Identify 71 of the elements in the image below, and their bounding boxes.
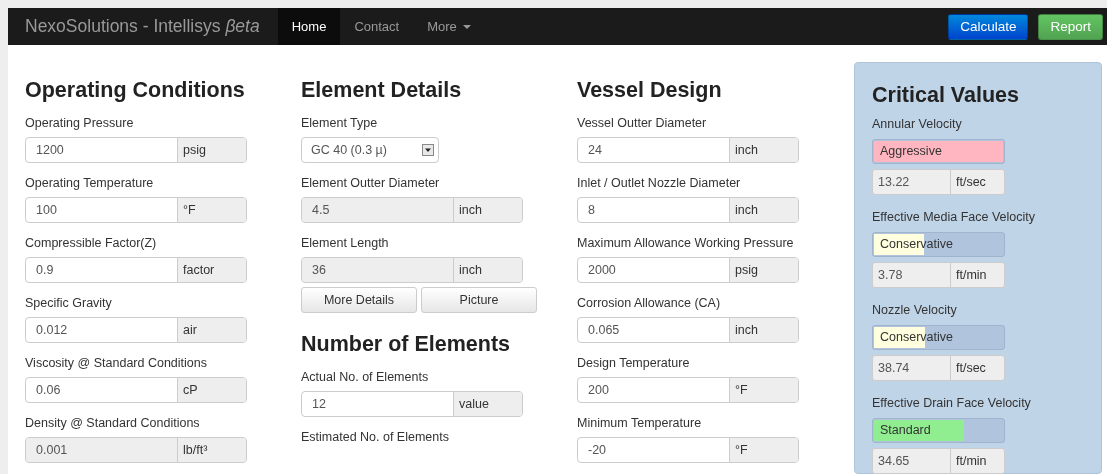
field-label: Element Length	[301, 235, 390, 252]
action-button[interactable]: More Details	[301, 287, 417, 313]
input-field[interactable]: 2000 psig	[577, 257, 799, 283]
unit-addon: ft/min	[955, 267, 988, 284]
action-button[interactable]: Picture	[421, 287, 537, 313]
field-label: Nozzle Velocity	[872, 302, 958, 318]
section-heading: Operating Conditions	[25, 77, 246, 103]
rating-text: Conservative	[880, 329, 953, 346]
field-label: Element Outter Diameter	[301, 175, 441, 192]
field-label: Effective Media Face Velocity	[872, 209, 1037, 225]
unit-addon: °F	[178, 198, 246, 222]
field-label: Viscosity @ Standard Conditions	[25, 355, 208, 372]
field-label: Element Type	[301, 115, 379, 132]
unit-addon: °F	[730, 438, 798, 462]
unit-addon: inch	[730, 198, 798, 222]
field-label: Inlet / Outlet Nozzle Diameter	[577, 175, 742, 192]
input-field[interactable]: 200 °F	[577, 377, 799, 403]
field-label: Estimated No. of Elements	[301, 429, 450, 446]
readonly-field: 38.74 ft/sec	[872, 355, 1005, 381]
caret-icon	[462, 24, 471, 29]
input-field[interactable]: 12 value	[301, 391, 523, 417]
unit-addon: psig	[730, 258, 798, 282]
field-label: Specific Gravity	[25, 295, 113, 312]
field-label: Effective Drain Face Velocity	[872, 395, 1032, 411]
unit-addon: factor	[178, 258, 246, 282]
unit-addon: psig	[178, 138, 246, 162]
input-field[interactable]: 24 inch	[577, 137, 799, 163]
field-label: Compressible Factor(Z)	[25, 235, 158, 252]
input-field[interactable]: 0.065 inch	[577, 317, 799, 343]
select-dropdown[interactable]: GC 40 (0.3 µ)	[301, 137, 439, 163]
field-label: Vessel Outter Diameter	[577, 115, 708, 132]
input-field[interactable]: 1200 psig	[25, 137, 247, 163]
field-label: Annular Velocity	[872, 116, 963, 132]
unit-addon: inch	[730, 138, 798, 162]
input-field[interactable]: 8 inch	[577, 197, 799, 223]
nav-link[interactable]: Home	[277, 8, 341, 45]
input-field[interactable]: -20 °F	[577, 437, 799, 463]
unit-addon: value	[454, 392, 522, 416]
calculate-button[interactable]: Calculate	[948, 13, 1029, 40]
field-label: Design Temperature	[577, 355, 691, 372]
readonly-field: 34.65 ft/min	[872, 448, 1005, 474]
rating-text: Aggressive	[880, 143, 942, 160]
unit-addon: ft/sec	[955, 360, 987, 377]
brand-title[interactable]: NexoSolutions - Intellisys βeta	[25, 8, 260, 45]
panel-heading: Critical Values	[872, 82, 1020, 108]
nav-link[interactable]: More	[413, 8, 485, 45]
field-label: Operating Pressure	[25, 115, 135, 132]
field-label: Maximum Allowance Working Pressure	[577, 235, 795, 252]
input-field[interactable]: 100 °F	[25, 197, 247, 223]
section-heading: Element Details	[301, 77, 463, 103]
unit-addon: air	[178, 318, 246, 342]
unit-addon: ft/min	[955, 453, 988, 470]
unit-addon: cP	[178, 378, 246, 402]
unit-addon: ft/sec	[955, 174, 987, 191]
input-field[interactable]: 0.9 factor	[25, 257, 247, 283]
field-label: Density @ Standard Conditions	[25, 415, 201, 432]
input-field[interactable]: 0.012 air	[25, 317, 247, 343]
rating-text: Conservative	[880, 236, 953, 253]
field-label: Actual No. of Elements	[301, 369, 430, 386]
readonly-field: 13.22 ft/sec	[872, 169, 1005, 195]
readonly-field: 3.78 ft/min	[872, 262, 1005, 288]
field-label: Operating Temperature	[25, 175, 155, 192]
section-heading: Vessel Design	[577, 77, 723, 103]
field-label: Minimum Temperature	[577, 415, 703, 432]
input-field[interactable]: 0.06 cP	[25, 377, 247, 403]
section-heading: Number of Elements	[301, 331, 512, 357]
unit-addon: °F	[730, 378, 798, 402]
unit-addon: inch	[730, 318, 798, 342]
nav-link[interactable]: Contact	[340, 8, 414, 45]
field-label: Corrosion Allowance (CA)	[577, 295, 722, 312]
rating-text: Standard	[880, 422, 931, 439]
